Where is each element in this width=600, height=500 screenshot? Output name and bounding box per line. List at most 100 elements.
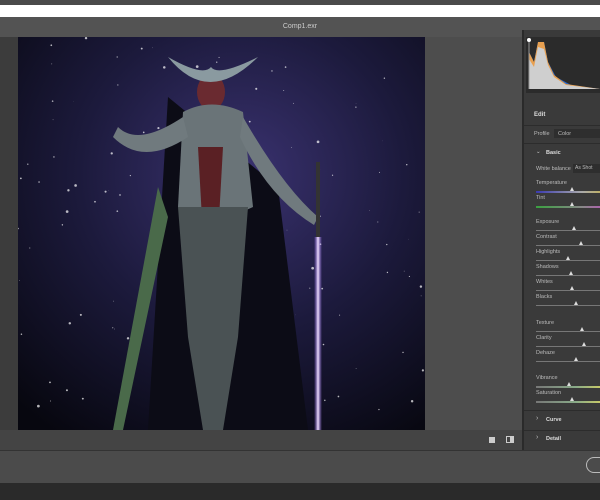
star bbox=[195, 65, 199, 69]
slider-thumb[interactable] bbox=[582, 342, 587, 346]
slider-vibrance[interactable] bbox=[536, 382, 600, 388]
star bbox=[112, 327, 114, 329]
slider-label: Contrast bbox=[536, 234, 557, 240]
star bbox=[331, 174, 334, 176]
star bbox=[94, 200, 96, 203]
slider-thumb[interactable] bbox=[570, 202, 575, 206]
slider-thumb[interactable] bbox=[580, 327, 585, 331]
single-view-icon[interactable] bbox=[489, 437, 495, 443]
slider-saturation[interactable] bbox=[536, 397, 600, 403]
slider-thumb[interactable] bbox=[578, 241, 583, 245]
slider-thumb[interactable] bbox=[567, 382, 571, 386]
star bbox=[316, 140, 320, 144]
star bbox=[74, 184, 77, 187]
star bbox=[309, 287, 311, 289]
star bbox=[355, 106, 357, 108]
image-preview[interactable] bbox=[18, 37, 425, 430]
star bbox=[65, 210, 69, 213]
slider-thumb[interactable] bbox=[573, 357, 578, 361]
star bbox=[386, 271, 389, 274]
star bbox=[379, 171, 381, 173]
star bbox=[339, 314, 341, 316]
star bbox=[126, 337, 130, 340]
compare-view-icon[interactable] bbox=[506, 436, 514, 443]
star bbox=[129, 175, 131, 177]
white-balance-select[interactable]: As Shot bbox=[573, 164, 600, 173]
chevron-right-icon[interactable]: › bbox=[536, 434, 538, 441]
star bbox=[284, 66, 287, 68]
slider-label: Whites bbox=[536, 279, 553, 285]
star bbox=[104, 190, 107, 193]
slider-shadows[interactable] bbox=[536, 271, 600, 276]
slider-label: Blacks bbox=[536, 294, 553, 300]
star bbox=[248, 120, 251, 123]
detail-section-header[interactable]: Detail bbox=[546, 436, 561, 442]
star bbox=[19, 177, 22, 180]
star bbox=[113, 328, 115, 330]
star bbox=[218, 56, 220, 58]
slider-highlights[interactable] bbox=[536, 256, 600, 261]
star bbox=[113, 300, 115, 302]
bottom-toolbar bbox=[0, 430, 522, 450]
ok-button[interactable] bbox=[586, 457, 600, 473]
star bbox=[29, 247, 31, 249]
star bbox=[283, 89, 285, 91]
star bbox=[20, 333, 23, 335]
basic-section-header[interactable]: Basic bbox=[546, 150, 561, 156]
star bbox=[163, 66, 166, 69]
star bbox=[286, 229, 288, 231]
star bbox=[142, 131, 145, 134]
curve-section-header[interactable]: Curve bbox=[546, 417, 562, 423]
slider-dehaze[interactable] bbox=[536, 357, 600, 362]
slider-temperature[interactable] bbox=[536, 187, 600, 193]
slider-whites[interactable] bbox=[536, 286, 600, 291]
star bbox=[369, 210, 370, 211]
slider-thumb[interactable] bbox=[565, 256, 570, 260]
slider-contrast[interactable] bbox=[536, 241, 600, 246]
star bbox=[419, 285, 423, 288]
star bbox=[50, 44, 53, 47]
slider-exposure[interactable] bbox=[536, 226, 600, 231]
slider-label: Exposure bbox=[536, 219, 560, 225]
window-title: Comp1.exr bbox=[0, 17, 600, 37]
slider-thumb[interactable] bbox=[573, 301, 578, 305]
star bbox=[418, 211, 420, 213]
slider-label: Saturation bbox=[536, 390, 562, 396]
profile-label: Profile bbox=[534, 131, 550, 137]
star bbox=[119, 194, 121, 196]
slider-thumb[interactable] bbox=[570, 397, 575, 401]
star bbox=[403, 270, 405, 272]
slider-thumb[interactable] bbox=[568, 271, 573, 275]
slider-label: Highlights bbox=[536, 249, 561, 255]
edit-heading: Edit bbox=[534, 112, 546, 118]
star bbox=[383, 77, 386, 79]
slider-texture[interactable] bbox=[536, 327, 600, 332]
star bbox=[51, 63, 53, 65]
address-strip bbox=[0, 5, 600, 17]
chevron-down-icon[interactable]: ⌄ bbox=[536, 149, 541, 155]
star bbox=[117, 84, 119, 86]
star bbox=[216, 61, 218, 63]
slider-blacks[interactable] bbox=[536, 301, 600, 306]
star bbox=[271, 70, 273, 72]
star bbox=[61, 224, 64, 226]
slider-label: Texture bbox=[536, 320, 555, 326]
white-balance-label: White balance bbox=[536, 166, 571, 172]
profile-select[interactable]: Color bbox=[554, 129, 600, 138]
star bbox=[337, 395, 340, 398]
slider-thumb[interactable] bbox=[572, 226, 577, 230]
chevron-right-icon[interactable]: › bbox=[536, 415, 538, 422]
star bbox=[311, 266, 315, 270]
slider-clarity[interactable] bbox=[536, 342, 600, 347]
slider-label: Shadows bbox=[536, 264, 559, 270]
star bbox=[38, 181, 40, 183]
slider-tint[interactable] bbox=[536, 202, 600, 208]
histogram bbox=[526, 37, 600, 93]
star bbox=[421, 369, 424, 372]
star bbox=[408, 275, 410, 278]
star bbox=[322, 343, 325, 346]
slider-label: Clarity bbox=[536, 335, 552, 341]
slider-thumb[interactable] bbox=[570, 187, 575, 191]
slider-label: Dehaze bbox=[536, 350, 555, 356]
slider-thumb[interactable] bbox=[570, 286, 575, 290]
